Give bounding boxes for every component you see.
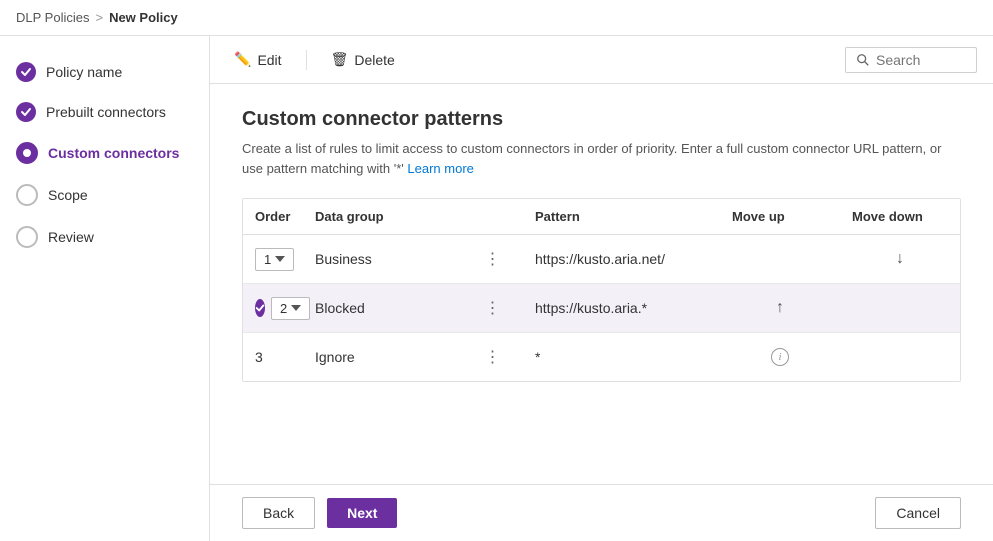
sidebar-item-prebuilt-connectors[interactable]: Prebuilt connectors — [0, 92, 209, 132]
chevron-down-icon — [275, 254, 285, 264]
header-order: Order — [243, 199, 303, 234]
cell-movedown-3 — [840, 347, 960, 367]
row-actions-button-3[interactable]: ⋮ — [481, 343, 506, 371]
cell-moveup-1 — [720, 249, 840, 269]
cell-movedown-2 — [840, 298, 960, 318]
more-icon-2: ⋮ — [485, 298, 502, 318]
sidebar-label-custom: Custom connectors — [48, 145, 179, 161]
completed-icon — [16, 62, 36, 82]
page-title: Custom connector patterns — [242, 108, 961, 131]
chevron-down-icon-2 — [291, 303, 301, 313]
cell-order-2: 2 — [243, 287, 303, 330]
footer: Back Next Cancel — [210, 484, 993, 541]
delete-button[interactable]: 🗑 Delete — [323, 47, 403, 72]
content-area: ✏️ Edit 🗑 Delete Custom connector patter… — [210, 36, 993, 541]
cell-datagroup-1: Business — [303, 241, 463, 277]
move-up-button-2[interactable]: ↑ — [772, 295, 788, 321]
edit-button[interactable]: ✏️ Edit — [226, 47, 290, 72]
table-row: 2 Blocked ⋮ https://kusto.aria.* — [243, 284, 960, 333]
cell-datagroup-2: Blocked — [303, 290, 463, 326]
row-actions-button-1[interactable]: ⋮ — [481, 245, 506, 273]
search-input[interactable] — [876, 52, 966, 68]
empty-step-review — [16, 226, 38, 248]
cell-movedown-1[interactable]: ↓ — [840, 236, 960, 282]
sidebar-item-scope[interactable]: Scope — [0, 174, 209, 216]
header-movedown: Move down — [840, 199, 960, 234]
page-body: Custom connector patterns Create a list … — [210, 84, 993, 484]
next-button[interactable]: Next — [327, 498, 397, 528]
sidebar-label-policy-name: Policy name — [46, 64, 122, 80]
header-datagroup: Data group — [303, 199, 463, 234]
sidebar: Policy name Prebuilt connectors Custom c… — [0, 36, 210, 541]
cell-actions-1: ⋮ — [463, 235, 523, 283]
more-icon-3: ⋮ — [485, 347, 502, 367]
delete-label: Delete — [354, 52, 394, 68]
move-down-button-1[interactable]: ↓ — [892, 246, 908, 272]
order-value-1: 1 — [264, 252, 271, 267]
edit-icon: ✏️ — [234, 51, 251, 68]
breadcrumb-separator: > — [95, 10, 103, 25]
cell-pattern-1: https://kusto.aria.net/ — [523, 241, 720, 277]
row-checked-icon — [255, 299, 265, 317]
empty-step-scope — [16, 184, 38, 206]
active-step-circle — [16, 142, 38, 164]
completed-icon-2 — [16, 102, 36, 122]
cell-moveup-2[interactable]: ↑ — [720, 285, 840, 331]
cell-actions-2: ⋮ — [463, 284, 523, 332]
cell-order-1: 1 — [243, 238, 303, 281]
sidebar-label-prebuilt: Prebuilt connectors — [46, 104, 166, 120]
header-actions — [463, 199, 523, 234]
more-icon: ⋮ — [485, 249, 502, 269]
arrow-up-icon: ↑ — [776, 299, 784, 317]
learn-more-link[interactable]: Learn more — [407, 161, 473, 176]
header-moveup: Move up — [720, 199, 840, 234]
cell-moveup-3: i — [720, 338, 840, 376]
main-layout: Policy name Prebuilt connectors Custom c… — [0, 36, 993, 541]
order-value-2: 2 — [280, 301, 287, 316]
page-description: Create a list of rules to limit access t… — [242, 139, 942, 178]
sidebar-item-review[interactable]: Review — [0, 216, 209, 258]
sidebar-label-scope: Scope — [48, 187, 88, 203]
cell-datagroup-3: Ignore — [303, 339, 463, 375]
row-actions-button-2[interactable]: ⋮ — [481, 294, 506, 322]
info-icon: i — [771, 348, 789, 366]
header-pattern: Pattern — [523, 199, 720, 234]
sidebar-label-review: Review — [48, 229, 94, 245]
cell-order-3: 3 — [243, 339, 303, 375]
toolbar-separator — [306, 50, 307, 70]
sidebar-item-policy-name[interactable]: Policy name — [0, 52, 209, 92]
sidebar-item-custom-connectors[interactable]: Custom connectors — [0, 132, 209, 174]
cell-pattern-2: https://kusto.aria.* — [523, 290, 720, 326]
back-button[interactable]: Back — [242, 497, 315, 529]
edit-label: Edit — [257, 52, 281, 68]
arrow-down-icon: ↓ — [896, 250, 904, 268]
table-row: 1 Business ⋮ https://kusto.aria.net/ — [243, 235, 960, 284]
topbar: DLP Policies > New Policy — [0, 0, 993, 36]
cell-pattern-3: * — [523, 339, 720, 375]
data-table: Order Data group Pattern Move up Move do… — [242, 198, 961, 382]
search-icon — [856, 53, 870, 67]
breadcrumb-dlp-link[interactable]: DLP Policies — [16, 10, 89, 25]
order-select-1[interactable]: 1 — [255, 248, 294, 271]
table-row: 3 Ignore ⋮ * i — [243, 333, 960, 381]
breadcrumb-current: New Policy — [109, 10, 178, 25]
cell-actions-3: ⋮ — [463, 333, 523, 381]
search-box[interactable] — [845, 47, 977, 73]
delete-icon: 🗑 — [331, 51, 349, 68]
cancel-button[interactable]: Cancel — [875, 497, 961, 529]
table-header: Order Data group Pattern Move up Move do… — [243, 199, 960, 235]
toolbar: ✏️ Edit 🗑 Delete — [210, 36, 993, 84]
breadcrumb: DLP Policies > New Policy — [16, 10, 178, 25]
